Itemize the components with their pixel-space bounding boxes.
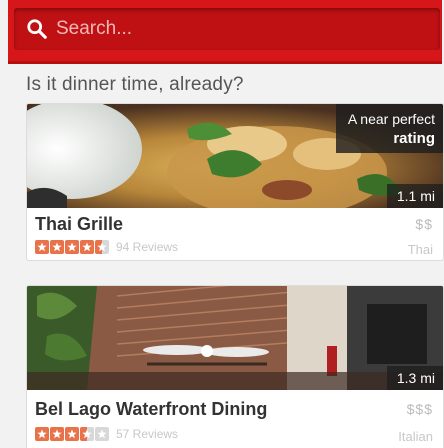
badge-line-1: A near perfect [347,111,435,127]
star-rating: 94 Reviews [35,240,178,254]
search-input[interactable]: Search... [14,8,440,50]
badge-line-2: rating [393,130,435,147]
price-level: $$ [415,216,433,232]
restaurant-photo: 1.3 mi [27,286,443,390]
search-header: Search... [8,0,442,64]
restaurant-name[interactable]: Bel Lago Waterfront Dining [35,399,267,420]
cuisine-label: Italian [398,429,433,444]
star-icon [65,240,79,254]
cuisine-label: Thai [407,242,433,257]
star-half-icon [95,240,109,254]
restaurant-name[interactable]: Thai Grille [35,214,123,235]
review-count: 94 Reviews [116,240,179,254]
review-count: 57 Reviews [116,427,179,441]
distance-label: 1.1 mi [386,184,443,208]
star-icon [35,427,49,441]
star-rating: 57 Reviews [35,427,178,441]
search-icon [27,19,47,39]
rating-highlight-badge: A near perfect rating [335,104,443,153]
restaurant-photo: A near perfect rating 1.1 mi [27,104,443,208]
star-half-icon [80,427,94,441]
star-empty-icon [95,427,109,441]
star-icon [35,240,49,254]
page-prompt: Is it dinner time, already? [26,74,244,95]
star-icon [80,240,94,254]
price-level: $$$ [406,401,433,417]
search-placeholder: Search... [56,18,133,39]
star-icon [50,427,64,441]
restaurant-card-bel-lago[interactable]: 1.3 mi Bel Lago Waterfront Dining $$$ 57… [26,285,444,448]
distance-label: 1.3 mi [386,366,443,390]
star-icon [65,427,79,441]
restaurant-card-thai-grille[interactable]: A near perfect rating 1.1 mi Thai Grille… [26,103,444,261]
star-icon [50,240,64,254]
